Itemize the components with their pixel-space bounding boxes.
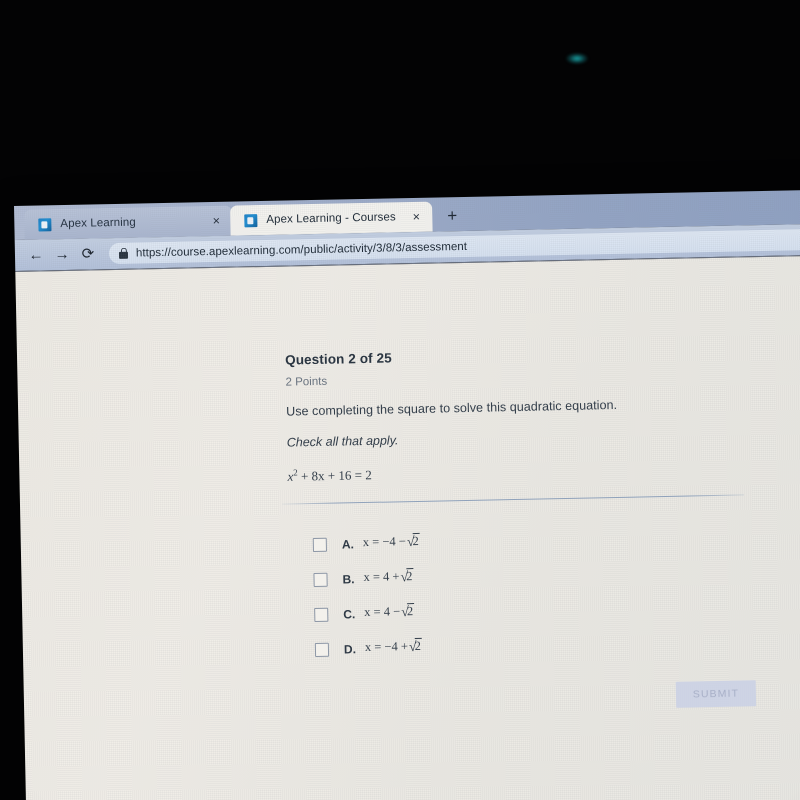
option-a-checkbox[interactable] [312,537,327,552]
answer-options-list: A. x = −4 −√2 B. x = 4 +√2 C. x = 4 −√2 … [312,525,423,667]
option-d-checkbox[interactable] [314,642,330,657]
tab-apex-learning-courses[interactable]: Apex Learning - Courses × [230,201,433,236]
equation-rest: + 8x + 16 = 2 [300,467,372,484]
question-title: Question 2 of 25 [284,350,392,368]
tab-title: Apex Learning [60,216,136,231]
close-icon[interactable]: × [408,210,424,224]
apex-favicon-icon [244,213,258,227]
question-block: Question 2 of 25 2 Points Use completing… [285,343,758,485]
tab-apex-learning[interactable]: Apex Learning × [24,205,233,240]
option-c-checkbox[interactable] [314,607,329,622]
browser-window: Apex Learning × Apex Learning - Courses … [14,189,800,800]
option-b-expression: x = 4 +√2 [363,568,414,586]
question-points: 2 Points [285,375,328,389]
screenshot-root: Apex Learning × Apex Learning - Courses … [0,0,800,800]
option-d-letter: D. [343,641,357,656]
question-instruction: Check all that apply. [286,433,399,450]
radical-icon: √2 [408,637,423,656]
radical-icon: √2 [401,603,415,621]
apex-favicon-icon [38,217,52,232]
option-c-expression: x = 4 −√2 [364,603,415,621]
option-b-letter: B. [342,571,355,586]
forward-icon[interactable]: → [49,246,75,263]
section-divider [282,494,744,505]
option-a-letter: A. [341,536,354,551]
reload-icon[interactable]: ⟳ [75,245,101,262]
option-c[interactable]: C. x = 4 −√2 [314,595,422,632]
radical-icon: √2 [400,568,414,586]
back-icon[interactable]: ← [23,246,49,263]
option-a-expression: x = −4 −√2 [362,532,420,551]
question-equation: x2 + 8x + 16 = 2 [287,458,757,485]
tab-title: Apex Learning - Courses [266,211,396,226]
option-c-letter: C. [343,606,356,621]
radical-icon: √2 [406,532,420,551]
question-prompt: Use completing the square to solve this … [286,397,618,419]
screen-reflection-artifact [566,53,588,64]
option-d[interactable]: D. x = −4 +√2 [314,630,423,667]
page-content: Question 2 of 25 2 Points Use completing… [15,255,800,800]
lock-icon [119,248,128,259]
new-tab-button[interactable]: + [442,206,462,226]
option-d-expression: x = −4 +√2 [364,637,423,656]
option-a[interactable]: A. x = −4 −√2 [312,525,421,562]
submit-button[interactable]: SUBMIT [675,680,757,708]
url-text: https://course.apexlearning.com/public/a… [135,240,468,260]
option-b[interactable]: B. x = 4 +√2 [313,560,421,597]
close-icon[interactable]: × [208,214,224,228]
option-b-checkbox[interactable] [313,572,328,587]
equation-exponent: 2 [293,467,298,478]
